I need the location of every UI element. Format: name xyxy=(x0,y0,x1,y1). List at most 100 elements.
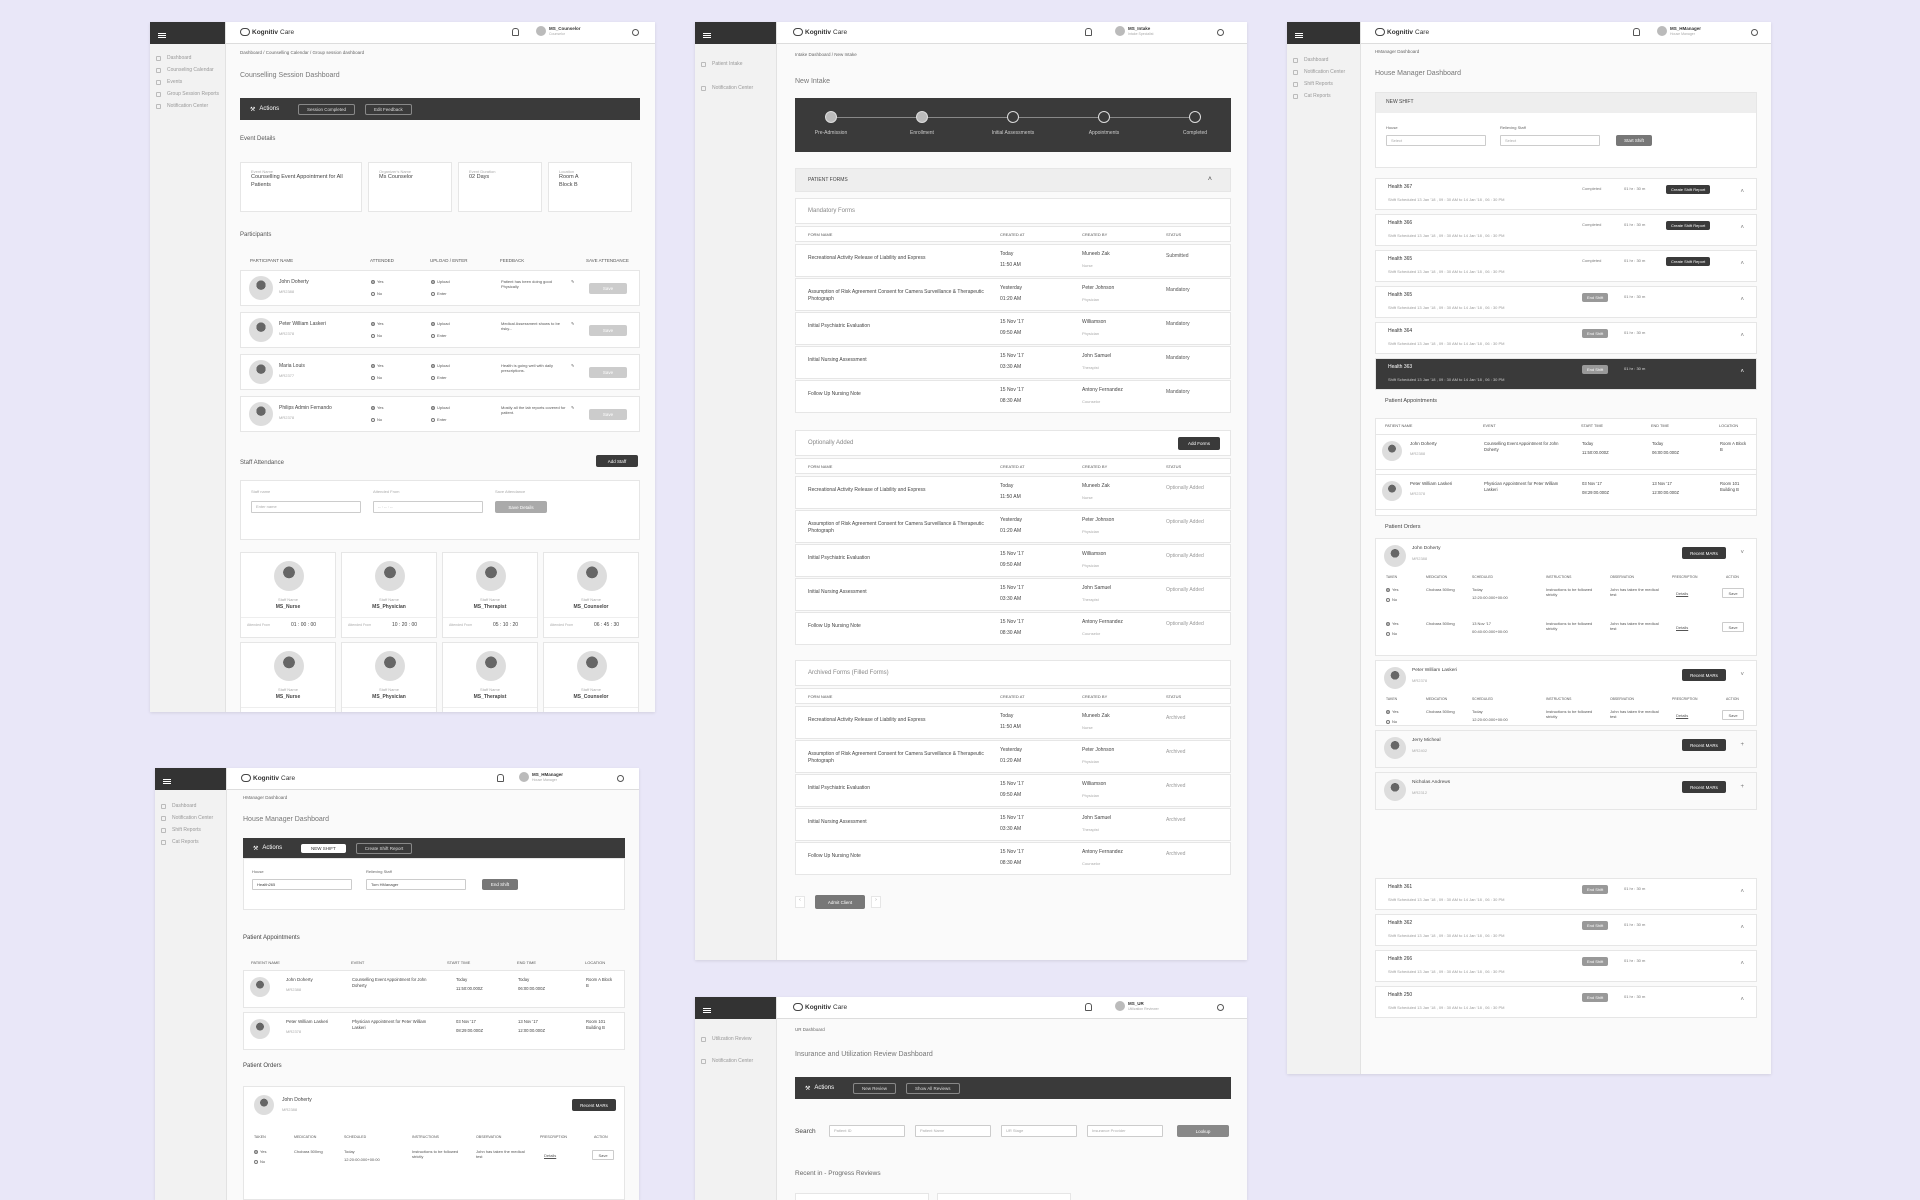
chevron-up-icon[interactable]: ˄ xyxy=(1740,369,1744,375)
new-review-button[interactable]: New Review xyxy=(853,1082,897,1094)
details-link[interactable]: Details xyxy=(1676,591,1688,596)
end-shift-button[interactable]: End Shift xyxy=(482,879,518,890)
form-name[interactable]: Initial Psychiatric Evaluation xyxy=(808,785,998,792)
chevron-up-icon[interactable]: ˄ xyxy=(1740,225,1744,231)
admit-client-button[interactable]: Admit Client xyxy=(815,895,865,909)
taken-no-radio[interactable]: No xyxy=(1386,597,1397,602)
menu-icon[interactable] xyxy=(695,22,776,44)
nav-calendar[interactable]: Counseling Calendar xyxy=(150,64,225,76)
shift-row[interactable]: Health 365 Shift Scheduled 13 Jan '18 , 0… xyxy=(1375,286,1757,318)
add-staff-button[interactable]: Add Staff xyxy=(596,455,638,467)
add-forms-button[interactable]: Add Forms xyxy=(1178,437,1220,450)
feedback-text[interactable]: Patient has been doing good Physically xyxy=(501,279,567,289)
chevron-up-icon[interactable]: ˄ xyxy=(1740,189,1744,195)
form-name[interactable]: Assumption of Risk Agreement Consent for… xyxy=(808,751,998,765)
create-shift-report-button[interactable]: Create Shift Report xyxy=(1666,185,1711,194)
user-menu[interactable]: MS_HManager House Manager xyxy=(1657,26,1701,36)
recent-mars-button[interactable]: Recent MARs xyxy=(1682,781,1726,793)
relieving-staff-select[interactable]: Select xyxy=(1500,135,1600,146)
shift-row[interactable]: Health 266 Shift Scheduled 13 Jan '18 , 0… xyxy=(1375,950,1757,982)
shift-row[interactable]: Health 366 Shift Scheduled 13 Jan '18 , 0… xyxy=(1375,214,1757,246)
form-row[interactable]: Follow Up Nursing Note 15 Nov '17 08:30 AM… xyxy=(795,842,1231,875)
end-shift-button[interactable]: End Shift xyxy=(1582,329,1609,338)
chevron-up-icon[interactable]: ˄ xyxy=(1740,261,1744,267)
attended-no-radio[interactable]: No xyxy=(371,291,382,296)
step-1-icon[interactable] xyxy=(916,111,928,123)
save-attendance-button[interactable]: Save xyxy=(589,367,627,378)
feedback-text[interactable]: Mostly all the lab reports covered for p… xyxy=(501,405,567,415)
form-name[interactable]: Follow Up Nursing Note xyxy=(808,623,998,630)
chevron-up-icon[interactable]: ˄ xyxy=(1740,333,1744,339)
start-shift-button[interactable]: Start Shift xyxy=(1616,135,1652,146)
taken-yes-radio[interactable]: Yes xyxy=(1386,621,1399,626)
form-row[interactable]: Initial Nursing Assessment 15 Nov '17 03:3… xyxy=(795,578,1231,611)
recent-mars-button[interactable]: Recent MARs xyxy=(1682,739,1726,751)
chevron-down-icon[interactable]: ˅ xyxy=(1740,671,1744,679)
power-icon[interactable] xyxy=(1217,29,1224,36)
shift-row[interactable]: Health 364 Shift Scheduled 13 Jan '18 , 0… xyxy=(1375,322,1757,354)
nav-shift-reports[interactable]: Shift Reports xyxy=(1287,78,1360,90)
house-select[interactable]: Health265 xyxy=(252,879,352,890)
attended-no-radio[interactable]: No xyxy=(371,333,382,338)
patient-forms-header[interactable]: PATIENT FORMS ˄ xyxy=(795,168,1231,192)
power-icon[interactable] xyxy=(1751,29,1758,36)
form-name[interactable]: Assumption of Risk Agreement Consent for… xyxy=(808,289,998,303)
review-card[interactable] xyxy=(795,1193,929,1200)
form-name[interactable]: Initial Psychiatric Evaluation xyxy=(808,555,998,562)
edit-feedback-button[interactable]: Edit Feedback xyxy=(365,103,412,115)
attended-yes-radio[interactable]: Yes xyxy=(371,321,384,326)
edit-icon[interactable]: ✎ xyxy=(571,363,574,368)
feedback-text[interactable]: Medical Assessment shows to be risky... xyxy=(501,321,567,331)
chevron-down-icon[interactable]: ˅ xyxy=(1740,549,1744,557)
step-4-icon[interactable] xyxy=(1189,111,1201,123)
patient-name-input[interactable]: Patient Name xyxy=(915,1125,991,1137)
user-menu[interactable]: MS_HManager House Manager xyxy=(519,772,563,782)
appointment-row[interactable]: John Doherty MR2388 Counselling Event Appo… xyxy=(1375,434,1757,470)
upload-radio[interactable]: Upload xyxy=(431,405,450,410)
power-icon[interactable] xyxy=(617,775,624,782)
attended-no-radio[interactable]: No xyxy=(371,375,382,380)
form-name[interactable]: Initial Nursing Assessment xyxy=(808,589,998,596)
prev-icon[interactable]: ‹ xyxy=(795,896,805,908)
breadcrumb[interactable]: UR Dashboard xyxy=(795,1027,825,1032)
taken-no-radio[interactable]: No xyxy=(1386,631,1397,636)
appointment-row[interactable]: John Doherty MR2388 Counselling Event Appo… xyxy=(243,970,625,1008)
plus-icon[interactable]: + xyxy=(1740,741,1744,749)
nav-events[interactable]: Events xyxy=(150,76,225,88)
chevron-up-icon[interactable]: ˄ xyxy=(1740,961,1744,967)
upload-radio[interactable]: Upload xyxy=(431,363,450,368)
staff-name-input[interactable]: Enter name xyxy=(251,501,361,513)
form-name[interactable]: Recreational Activity Release of Liabili… xyxy=(808,255,998,262)
save-attendance-button[interactable]: Save xyxy=(589,283,627,294)
details-link[interactable]: Details xyxy=(1676,625,1688,630)
form-row[interactable]: Recreational Activity Release of Liabili… xyxy=(795,476,1231,509)
save-button[interactable]: Save xyxy=(592,1150,614,1160)
end-shift-button[interactable]: End Shift xyxy=(1582,957,1609,966)
menu-icon[interactable] xyxy=(150,22,225,44)
form-name[interactable]: Initial Nursing Assessment xyxy=(808,819,998,826)
form-row[interactable]: Follow Up Nursing Note 15 Nov '17 08:30 AM… xyxy=(795,612,1231,645)
notification-icon[interactable] xyxy=(512,28,519,36)
shift-row[interactable]: Health 363 Shift Scheduled 13 Jan '18 , 0… xyxy=(1375,358,1757,390)
enter-radio[interactable]: Enter xyxy=(431,375,447,380)
nav-notifications[interactable]: Notification Center xyxy=(155,812,226,824)
shift-row[interactable]: Health 250 Shift Scheduled 13 Jan '18 , 0… xyxy=(1375,986,1757,1018)
save-attendance-button[interactable]: Save xyxy=(589,325,627,336)
nav-group-reports[interactable]: Group Session Reports xyxy=(150,88,225,100)
appointment-row[interactable]: Peter William Laskeri MR2378 Physician App… xyxy=(1375,474,1757,510)
attended-no-radio[interactable]: No xyxy=(371,417,382,422)
form-name[interactable]: Initial Psychiatric Evaluation xyxy=(808,323,998,330)
details-link[interactable]: Details xyxy=(544,1153,556,1158)
step-0-icon[interactable] xyxy=(825,111,837,123)
attended-yes-radio[interactable]: Yes xyxy=(371,363,384,368)
save-details-button[interactable]: Save Details xyxy=(495,501,547,513)
new-shift-button[interactable]: NEW SHIFT xyxy=(301,843,346,853)
menu-icon[interactable] xyxy=(155,768,226,790)
form-name[interactable]: Recreational Activity Release of Liabili… xyxy=(808,487,998,494)
insurance-provider-input[interactable]: Insurance Provider xyxy=(1087,1125,1163,1137)
next-icon[interactable]: › xyxy=(871,896,881,908)
power-icon[interactable] xyxy=(632,29,639,36)
form-row[interactable]: Follow Up Nursing Note 15 Nov '17 08:30 AM… xyxy=(795,380,1231,413)
chevron-up-icon[interactable]: ˄ xyxy=(1740,925,1744,931)
enter-radio[interactable]: Enter xyxy=(431,333,447,338)
